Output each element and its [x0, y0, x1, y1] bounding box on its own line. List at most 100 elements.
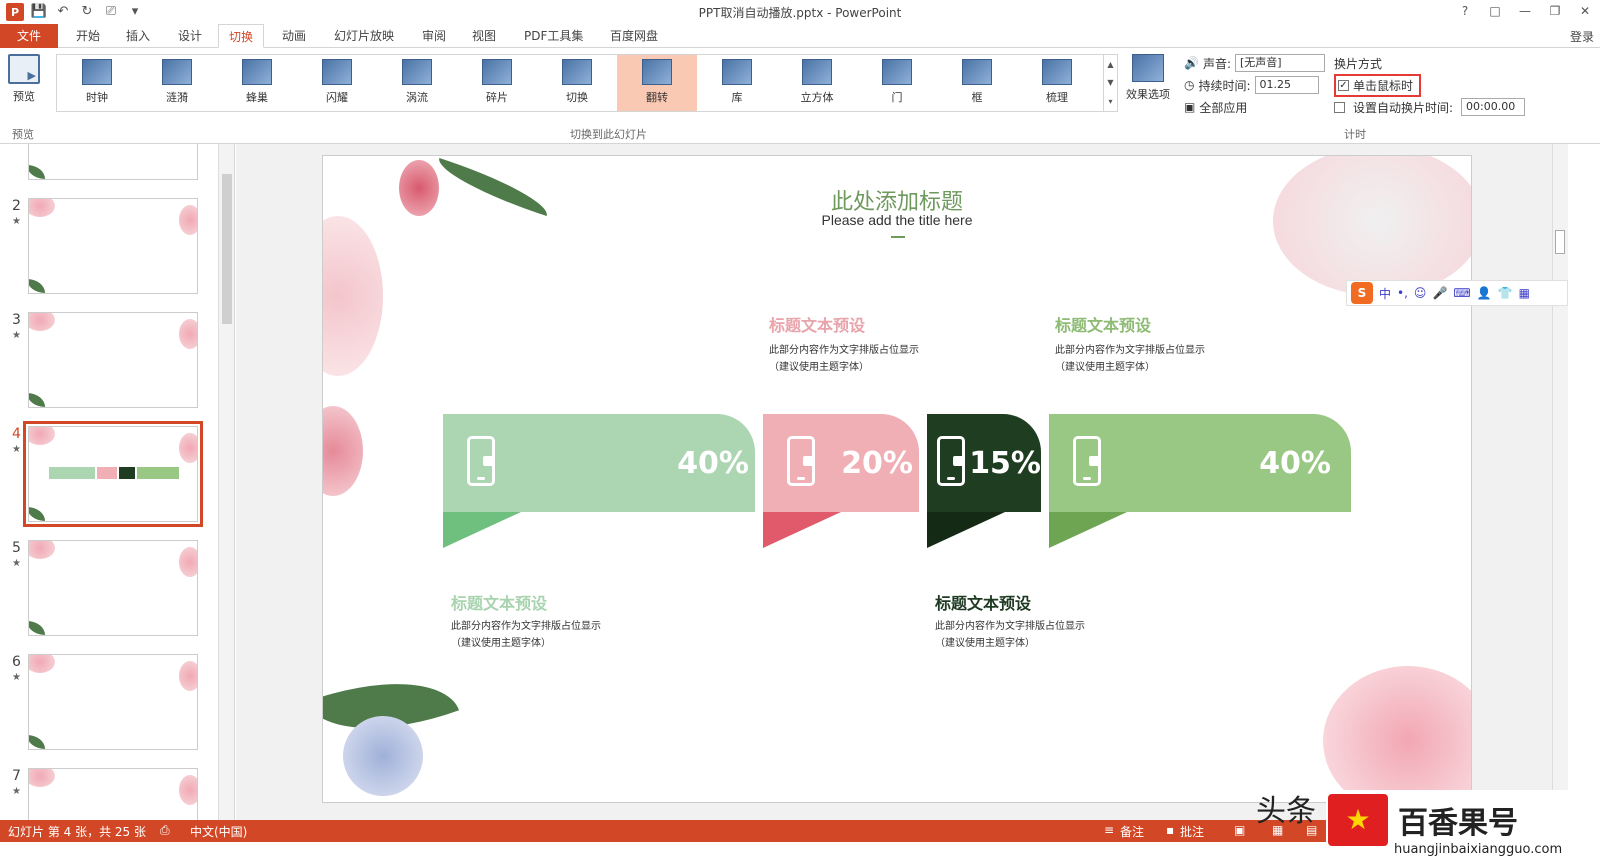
transition-cube[interactable]: 立方体 [777, 55, 857, 111]
ime-toolbar[interactable]: S 中 •, ☺ 🎤 ⌨ 👤 👕 ▦ [1346, 280, 1568, 306]
honeycomb-transition-icon [242, 59, 272, 85]
transition-doors[interactable]: 门 [857, 55, 937, 111]
transition-comb[interactable]: 梳理 [1017, 55, 1097, 111]
transition-flip[interactable]: 翻转 [617, 55, 697, 111]
flower-decoration [1323, 666, 1471, 802]
tab-transitions[interactable]: 切换 [218, 24, 265, 48]
block-description[interactable]: 此部分内容作为文字排版占位显示 （建议使用主题字体） [935, 618, 1085, 652]
slide-thumbnail[interactable] [28, 144, 198, 180]
duration-field[interactable]: 01.25 [1254, 76, 1319, 94]
effect-options-button[interactable]: 效果选项 [1120, 54, 1176, 102]
transition-glitter[interactable]: 闪耀 [297, 55, 377, 111]
apply-all-button[interactable]: 全部应用 [1199, 99, 1247, 116]
transition-honeycomb[interactable]: 蜂巢 [217, 55, 297, 111]
skin-icon[interactable]: 👕 [1498, 286, 1513, 300]
slide-thumbnail[interactable] [28, 198, 198, 294]
thumbnail-1[interactable] [0, 144, 220, 194]
restore-button[interactable]: ❐ [1540, 0, 1570, 22]
tab-pdf-tools[interactable]: PDF工具集 [514, 24, 593, 48]
switch-transition-icon [562, 59, 592, 85]
block-title[interactable]: 标题文本预设 [769, 312, 865, 336]
tab-slideshow[interactable]: 幻灯片放映 [324, 24, 404, 48]
block-description[interactable]: 此部分内容作为文字排版占位显示 （建议使用主题字体） [1055, 342, 1205, 376]
close-button[interactable]: ✕ [1570, 0, 1600, 22]
transition-box[interactable]: 框 [937, 55, 1017, 111]
gallery-transition-icon [722, 59, 752, 85]
preview-button[interactable]: 预览 [6, 54, 42, 104]
transition-switch[interactable]: 切换 [537, 55, 617, 111]
toolbox-icon[interactable]: ▦ [1519, 286, 1530, 300]
block-title[interactable]: 标题文本预设 [451, 590, 547, 614]
window-controls: ? □ — ❐ ✕ [1450, 0, 1600, 22]
slide-thumbnail-selected[interactable] [23, 421, 203, 527]
percent-band[interactable]: 40% [1049, 414, 1351, 512]
slide-scrollbar[interactable] [1552, 144, 1568, 820]
slide-thumbnail[interactable] [28, 654, 198, 750]
transition-ripple[interactable]: 涟漪 [137, 55, 217, 111]
auto-after-checkbox[interactable] [1334, 101, 1345, 113]
slide-thumbnail-pane: 2 ★ 3 ★ 4 ★ 5 ★ 6 ★ 7 ★ [0, 144, 235, 820]
box-transition-icon [962, 59, 992, 85]
thumbnail-3[interactable]: 3 ★ [0, 312, 220, 422]
thumbnail-scrollbar[interactable] [218, 144, 234, 820]
keyboard-icon[interactable]: ⌨ [1453, 286, 1470, 300]
on-click-checkbox[interactable]: ✓ [1338, 79, 1349, 91]
slide-thumbnail[interactable] [28, 540, 198, 636]
language-indicator[interactable]: 中文(中国) [190, 823, 247, 840]
block-description[interactable]: 此部分内容作为文字排版占位显示 （建议使用主题字体） [769, 342, 919, 376]
tab-baidu-netdisk[interactable]: 百度网盘 [600, 24, 668, 48]
window-title: PPT取消自动播放.pptx - PowerPoint [698, 6, 902, 20]
gallery-more-icon[interactable]: ▾ [1108, 97, 1112, 106]
percent-band[interactable]: 40% [443, 414, 755, 512]
transition-shred[interactable]: 碎片 [457, 55, 537, 111]
punctuation-icon[interactable]: •, [1397, 286, 1408, 300]
tab-home[interactable]: 开始 [66, 24, 110, 48]
login-link[interactable]: 登录 [1570, 28, 1594, 45]
notes-icon[interactable]: ≡ [1104, 823, 1114, 837]
percent-band[interactable]: 15% [927, 414, 1041, 512]
tab-design[interactable]: 设计 [168, 24, 212, 48]
current-slide[interactable]: 此处添加标题 Please add the title here 标题文本预设 … [322, 155, 1472, 803]
slide-subtitle[interactable]: Please add the title here [323, 212, 1471, 228]
ime-mode-button[interactable]: 中 [1379, 285, 1391, 302]
gallery-down-icon[interactable]: ▼ [1107, 78, 1113, 87]
tab-animations[interactable]: 动画 [272, 24, 316, 48]
transition-gallery: 时钟 涟漪 蜂巢 闪耀 涡流 碎片 切换 翻转 库 立方体 门 框 梳理 [56, 54, 1104, 112]
transition-clock[interactable]: 时钟 [57, 55, 137, 111]
auto-after-field[interactable]: 00:00.00 [1461, 98, 1526, 116]
percent-band[interactable]: 20% [763, 414, 919, 512]
help-button[interactable]: ? [1450, 0, 1480, 22]
clock-transition-icon [82, 59, 112, 85]
block-description[interactable]: 此部分内容作为文字排版占位显示 （建议使用主题字体） [451, 618, 601, 652]
tab-file[interactable]: 文件 [0, 24, 58, 48]
transition-vortex[interactable]: 涡流 [377, 55, 457, 111]
slide-thumbnail[interactable] [28, 312, 198, 408]
slide-thumbnail[interactable] [28, 768, 198, 820]
thumbnail-5[interactable]: 5 ★ [0, 540, 220, 650]
thumbnail-2[interactable]: 2 ★ [0, 198, 220, 308]
ribbon-display-button[interactable]: □ [1480, 0, 1510, 22]
comments-icon[interactable]: ▪ [1166, 823, 1174, 837]
comments-button[interactable]: 批注 [1180, 823, 1204, 840]
thumbnail-4[interactable]: 4 ★ [0, 421, 220, 536]
tab-view[interactable]: 视图 [462, 24, 506, 48]
normal-view-icon[interactable]: ▣ [1234, 823, 1245, 837]
sogou-logo-icon: S [1351, 282, 1373, 304]
tab-review[interactable]: 审阅 [412, 24, 456, 48]
microphone-icon[interactable]: 🎤 [1432, 286, 1447, 300]
user-icon[interactable]: 👤 [1477, 286, 1492, 300]
apply-all-icon: ▣ [1184, 100, 1196, 114]
thumbnail-7[interactable]: 7 ★ [0, 768, 220, 820]
sound-select[interactable]: [无声音] [1235, 54, 1325, 72]
gallery-up-icon[interactable]: ▲ [1107, 60, 1113, 69]
emoji-icon[interactable]: ☺ [1414, 286, 1427, 300]
tab-insert[interactable]: 插入 [116, 24, 160, 48]
gallery-scrollbar[interactable]: ▲ ▼ ▾ [1104, 54, 1118, 112]
block-title[interactable]: 标题文本预设 [935, 590, 1031, 614]
thumbnail-6[interactable]: 6 ★ [0, 654, 220, 764]
transition-gallery-item[interactable]: 库 [697, 55, 777, 111]
spellcheck-icon[interactable]: ⎙ [160, 823, 170, 838]
minimize-button[interactable]: — [1510, 0, 1540, 22]
block-title[interactable]: 标题文本预设 [1055, 312, 1151, 336]
notes-button[interactable]: 备注 [1120, 823, 1144, 840]
